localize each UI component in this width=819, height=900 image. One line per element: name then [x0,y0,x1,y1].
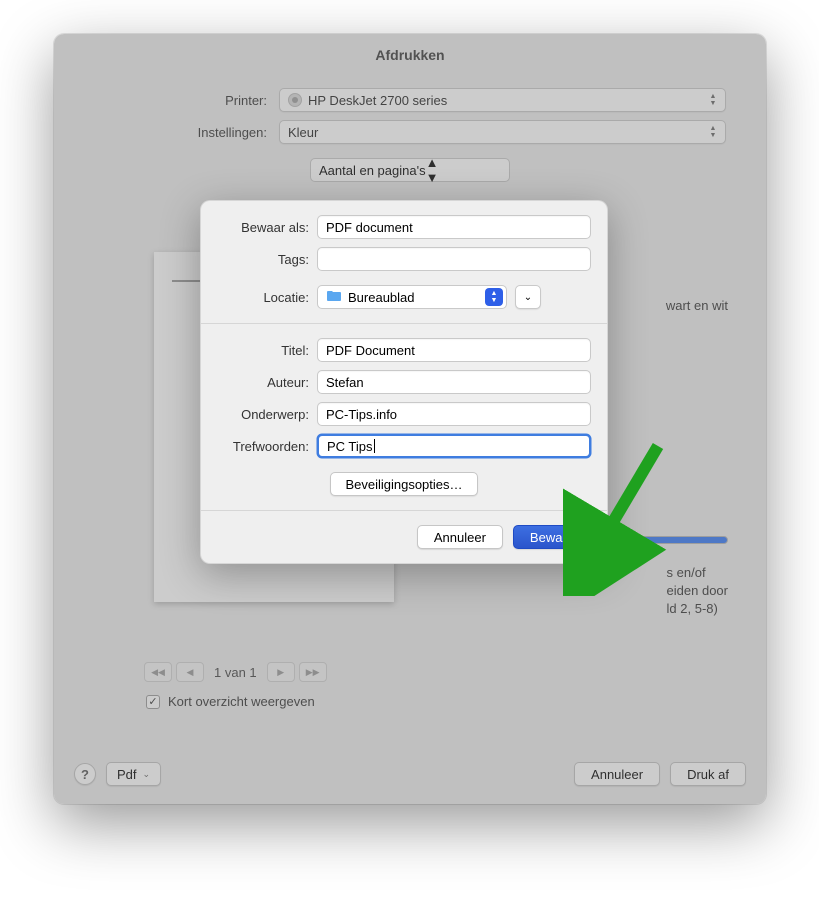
keywords-label: Trefwoorden: [217,439,317,454]
tags-input[interactable] [317,247,591,271]
author-label: Auteur: [217,375,317,390]
location-value: Bureaublad [348,290,415,305]
subject-label: Onderwerp: [217,407,317,422]
tags-label: Tags: [217,252,317,267]
folder-icon [326,290,342,305]
title-input[interactable] [317,338,591,362]
security-options-button[interactable]: Beveiligingsopties… [330,472,477,496]
save-as-input[interactable] [317,215,591,239]
subject-input[interactable] [317,402,591,426]
save-as-label: Bewaar als: [217,220,317,235]
save-pdf-sheet: Bewaar als: Tags: Locatie: Bureaublad ▲▼… [200,200,608,564]
text-cursor [374,439,375,453]
expand-location-button[interactable]: ⌄ [515,285,541,309]
sheet-cancel-button[interactable]: Annuleer [417,525,503,549]
keywords-input[interactable]: PC Tips [317,434,591,458]
title-label: Titel: [217,343,317,358]
location-label: Locatie: [217,290,317,305]
author-input[interactable] [317,370,591,394]
sheet-save-button[interactable]: Bewaar [513,525,591,549]
chevron-down-icon: ⌄ [524,292,532,303]
location-select[interactable]: Bureaublad ▲▼ [317,285,507,309]
updown-icon: ▲▼ [485,288,503,306]
